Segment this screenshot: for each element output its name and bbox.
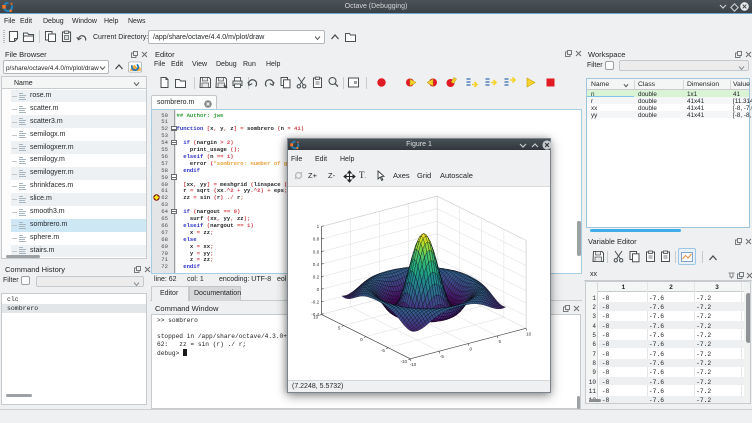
svg-text:0.6: 0.6 [313, 249, 320, 254]
svg-text:0: 0 [360, 337, 363, 342]
svg-text:5: 5 [499, 339, 502, 344]
svg-text:0.4: 0.4 [313, 262, 320, 267]
svg-text:0: 0 [470, 347, 473, 352]
svg-text:-5: -5 [381, 348, 386, 353]
svg-text:0.2: 0.2 [313, 274, 320, 279]
svg-text:10: 10 [526, 331, 532, 336]
svg-text:10: 10 [313, 315, 319, 320]
svg-text:-10: -10 [410, 362, 417, 367]
svg-text:-0.2: -0.2 [311, 300, 319, 305]
svg-text:0.8: 0.8 [313, 237, 320, 242]
svg-text:0: 0 [317, 287, 320, 292]
svg-text:1: 1 [317, 224, 320, 229]
svg-text:-10: -10 [400, 359, 407, 364]
svg-text:-5: -5 [440, 354, 445, 359]
svg-text:5: 5 [338, 326, 341, 331]
